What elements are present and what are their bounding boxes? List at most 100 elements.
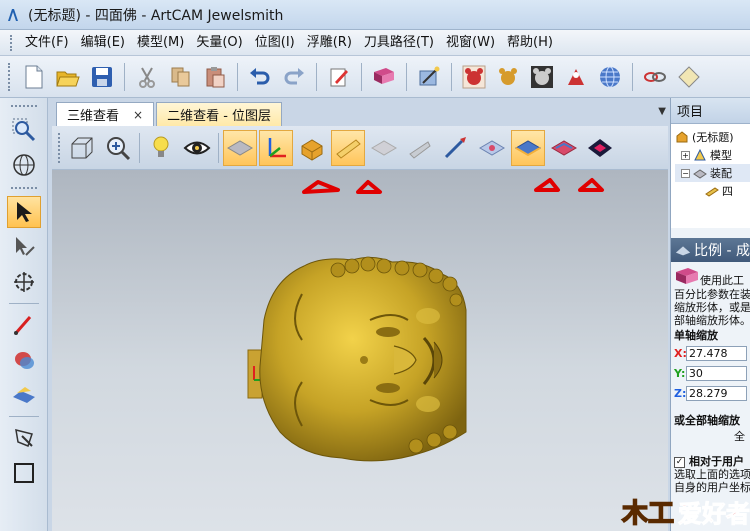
vector-shape-icon [14, 428, 33, 447]
menu-toolpath[interactable]: 刀具路径(T) [358, 30, 440, 56]
rectangle-button[interactable] [7, 457, 41, 489]
brush-button[interactable] [439, 130, 473, 166]
relief-tool-red-button[interactable] [561, 61, 591, 93]
transform-button[interactable] [7, 266, 41, 298]
menu-window[interactable]: 视窗(W) [440, 30, 501, 56]
view-toolbar-grip[interactable] [58, 132, 61, 163]
toolbar-separator [361, 62, 362, 91]
shape-editor-button[interactable] [7, 344, 41, 376]
project-panel-title: 项目 [671, 98, 750, 124]
relief-tool-button[interactable] [7, 379, 41, 411]
face-model [259, 256, 467, 462]
diamond-render-icon [588, 138, 612, 157]
z-scale-input[interactable]: 28.279 [686, 385, 747, 401]
undo-button[interactable] [245, 61, 275, 93]
tree-item-label: 装配 [710, 167, 732, 180]
diamond-render-button[interactable] [583, 130, 617, 166]
tab-2d-view[interactable]: 二维查看 - 位图层 [156, 102, 283, 126]
menu-model[interactable]: 模型(M) [131, 30, 190, 56]
scale-panel-title: 比例 - 成 [694, 243, 750, 259]
viewport-canvas [247, 178, 604, 462]
relief-bear-gold-button[interactable] [493, 61, 523, 93]
visibility-button[interactable] [180, 130, 214, 166]
lighting-button[interactable] [144, 130, 178, 166]
main-toolbar [0, 56, 750, 98]
toolbar-separator [632, 62, 633, 91]
show-plane-button[interactable] [223, 129, 257, 166]
model-icon [694, 148, 706, 161]
all-axis-value: 全 [734, 430, 745, 443]
relief-bear-gray-button[interactable] [527, 61, 557, 93]
tree-item-part[interactable]: 四 [675, 182, 750, 200]
plane-icon [227, 139, 253, 156]
tab-3d-view[interactable]: 三维查看 × [56, 102, 155, 126]
new-file-button[interactable] [19, 61, 49, 93]
new-file-icon [25, 65, 43, 88]
3d-viewport[interactable] [52, 170, 668, 531]
paste-button[interactable] [200, 61, 230, 93]
scale-description-line: 部轴缩放形体。 [674, 314, 750, 327]
x-scale-input[interactable]: 27.478 [686, 345, 747, 361]
menu-edit[interactable]: 编辑(E) [75, 30, 131, 56]
shade-button[interactable] [403, 130, 437, 166]
menu-bar: 文件(F) 编辑(E) 模型(M) 矢量(O) 位图(I) 浮雕(R) 刀具路径… [0, 30, 750, 56]
open-file-button[interactable] [53, 61, 83, 93]
color-plane-button[interactable] [475, 130, 509, 166]
show-axes-button[interactable] [259, 129, 293, 166]
wizard-button[interactable] [414, 61, 444, 93]
menu-file[interactable]: 文件(F) [19, 30, 75, 56]
cut-button[interactable] [132, 61, 162, 93]
relative-option[interactable]: ✓ 相对于用户 [674, 455, 747, 468]
diamond-shape-button[interactable] [674, 61, 704, 93]
menu-vector[interactable]: 矢量(O) [190, 30, 248, 56]
y-scale-input[interactable]: 30 [685, 365, 747, 381]
tree-expander-plus[interactable]: + [681, 150, 690, 160]
toolbar-grip[interactable] [8, 62, 11, 91]
annotation-mark [356, 180, 382, 194]
redo-button[interactable] [279, 61, 309, 93]
help-book-button[interactable] [369, 61, 399, 93]
show-relief-button[interactable] [331, 129, 365, 166]
tree-item-model[interactable]: + 模型 [675, 146, 750, 164]
zoom-window-button[interactable] [7, 114, 41, 146]
select-tool-button[interactable] [6, 196, 41, 228]
scale-description-line: 缩放形体，或是 [674, 301, 750, 314]
blue-plane-button[interactable] [511, 129, 545, 166]
globe-view-button[interactable] [7, 149, 41, 181]
box-gold-icon [301, 138, 323, 161]
left-toolbar-separator [8, 303, 39, 304]
help-book-icon [676, 268, 698, 284]
show-material-button[interactable] [367, 130, 401, 166]
tree-expander-minus[interactable]: − [681, 168, 690, 178]
iso-view-button[interactable] [65, 130, 99, 166]
node-edit-button[interactable] [7, 231, 41, 263]
relief-bear-red-button[interactable] [459, 61, 489, 93]
tree-item-root[interactable]: (无标题) [675, 128, 750, 146]
left-toolbar-grip[interactable] [10, 105, 37, 108]
relief-gold-icon [336, 138, 361, 159]
show-box-button[interactable] [295, 130, 329, 166]
left-toolbar-separator [8, 416, 39, 417]
save-button[interactable] [87, 61, 117, 93]
tabs-dropdown-icon[interactable]: ▼ [658, 106, 666, 117]
menu-bitmap[interactable]: 位图(I) [249, 30, 301, 56]
red-plane-icon [551, 139, 577, 156]
zoom-view-button[interactable] [101, 130, 135, 166]
relative-checkbox[interactable]: ✓ [674, 456, 685, 468]
redo-icon [284, 67, 304, 84]
menu-help[interactable]: 帮助(H) [501, 30, 559, 56]
globe-render-button[interactable] [595, 61, 625, 93]
left-toolbar-grip[interactable] [10, 187, 37, 190]
vector-link-button[interactable] [640, 61, 670, 93]
notes-button[interactable] [324, 61, 354, 93]
z-scale-row: Z: 28.279 [674, 384, 747, 402]
draw-line-button[interactable] [7, 309, 41, 341]
red-plane-button[interactable] [547, 130, 581, 166]
copy-button[interactable] [166, 61, 196, 93]
menu-grip[interactable] [10, 34, 13, 51]
artcam-logo-icon [4, 6, 22, 24]
tab-close-icon[interactable]: × [133, 108, 143, 122]
menu-relief[interactable]: 浮雕(R) [301, 30, 358, 56]
tree-item-assembly[interactable]: − 装配 [675, 164, 750, 182]
vector-shape-button[interactable] [7, 422, 41, 454]
